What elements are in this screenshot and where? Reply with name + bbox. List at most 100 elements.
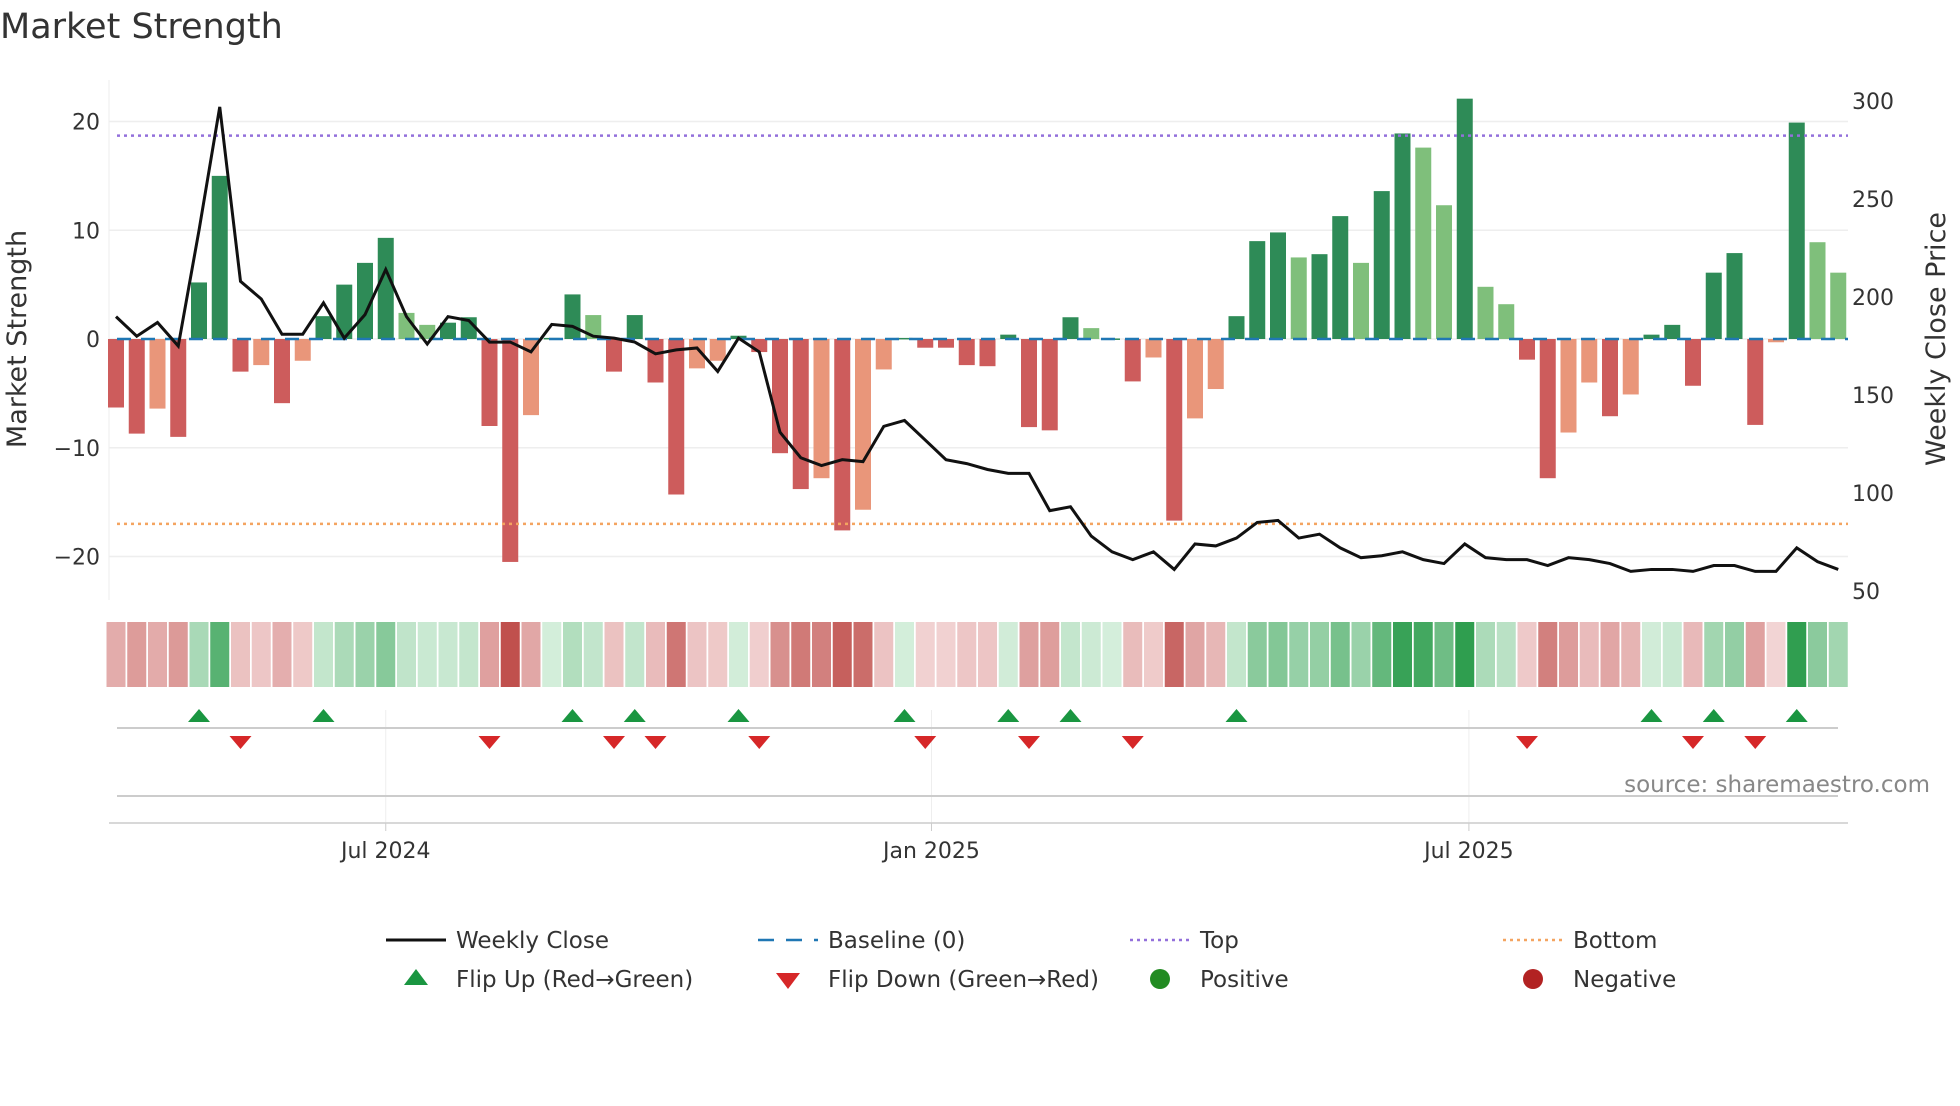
- strength-bar: [149, 339, 166, 409]
- flip-down-marker: [914, 736, 937, 749]
- heat-cell: [1621, 622, 1641, 687]
- flip-down-marker: [1682, 736, 1704, 749]
- strength-bar: [481, 339, 498, 426]
- heat-cell: [998, 622, 1018, 687]
- heat-cell: [1725, 622, 1744, 687]
- heat-cell: [127, 622, 147, 687]
- heat-cell: [1559, 622, 1578, 687]
- heat-cell: [1061, 622, 1080, 687]
- strength-bar: [1166, 339, 1183, 521]
- heat-cell: [1289, 622, 1309, 687]
- heat-cell: [936, 622, 956, 687]
- strength-bar: [1187, 339, 1203, 419]
- y-tick-label: −10: [54, 437, 100, 462]
- heat-cell: [1372, 622, 1392, 687]
- legend-flip-down-label: Flip Down (Green→Red): [828, 967, 1099, 993]
- strength-bar: [1353, 262, 1369, 339]
- strength-bar: [875, 339, 892, 370]
- strength-bar: [294, 339, 311, 361]
- heat-cell: [646, 622, 665, 687]
- strength-bar: [1436, 205, 1452, 339]
- flip-up-marker: [561, 709, 584, 722]
- strength-bar: [1498, 304, 1515, 339]
- y-tick-label: −20: [54, 546, 100, 571]
- heat-cell: [895, 622, 914, 687]
- flip-down-marker: [229, 736, 252, 749]
- heat-cell: [1642, 622, 1661, 687]
- heat-cell: [1185, 622, 1205, 687]
- strength-bar: [647, 339, 664, 383]
- heat-cell: [1040, 622, 1060, 687]
- legend-flip-down-icon: [776, 973, 800, 989]
- strength-bar: [170, 339, 187, 437]
- y2-axis-label: Weekly Close Price: [1921, 212, 1952, 466]
- strength-bar: [1539, 339, 1556, 479]
- y-tick-label: 20: [72, 111, 100, 136]
- strength-bar: [1685, 339, 1701, 386]
- strength-bar: [938, 339, 954, 348]
- heat-cell: [1123, 622, 1143, 687]
- strength-bar: [1788, 122, 1805, 340]
- heat-cell: [1808, 622, 1827, 687]
- strength-bar: [1622, 339, 1639, 395]
- strength-bar: [1062, 317, 1079, 339]
- y2-tick-label: 150: [1852, 384, 1894, 409]
- heat-cell: [293, 622, 313, 687]
- strength-bar: [1270, 232, 1286, 339]
- strength-bar: [1830, 272, 1847, 339]
- heat-cell: [1413, 622, 1433, 687]
- heat-cell: [542, 622, 562, 687]
- strength-bar: [772, 339, 788, 454]
- strength-bar: [606, 339, 622, 372]
- heat-cell: [1144, 622, 1163, 687]
- flip-down-marker: [478, 736, 501, 749]
- heat-cell: [106, 622, 126, 687]
- heat-cell: [1476, 622, 1495, 687]
- heat-cell: [314, 622, 333, 687]
- flip-down-marker: [603, 736, 625, 749]
- strength-bar: [668, 339, 685, 495]
- strength-bar: [1021, 339, 1037, 428]
- y2-tick-label: 50: [1852, 580, 1880, 605]
- heat-cell: [1517, 622, 1537, 687]
- strength-bar: [274, 339, 290, 404]
- flip-up-marker: [312, 709, 335, 722]
- strength-bar: [128, 339, 145, 434]
- legend-top-label: Top: [1199, 928, 1239, 954]
- heat-cell: [168, 622, 188, 687]
- y2-tick-label: 100: [1852, 482, 1894, 507]
- strength-bar: [1809, 242, 1826, 339]
- strength-bar: [502, 339, 519, 562]
- heat-cell: [1662, 622, 1682, 687]
- flip-up-marker: [1640, 709, 1663, 722]
- legend: Weekly Close Baseline (0) Top Bottom Flip Up…: [386, 928, 1676, 993]
- legend-negative-label: Negative: [1573, 967, 1676, 993]
- strength-bar: [792, 339, 809, 490]
- strength-bar: [1083, 328, 1100, 339]
- legend-baseline-label: Baseline (0): [828, 928, 965, 954]
- heat-cell: [251, 622, 271, 687]
- strength-bar: [1249, 241, 1266, 339]
- heat-cell: [957, 622, 977, 687]
- strength-bar: [1747, 339, 1764, 425]
- heat-cell: [770, 622, 790, 687]
- strength-bar: [1041, 339, 1058, 431]
- heat-cell: [874, 622, 894, 687]
- heat-cell: [1393, 622, 1412, 687]
- strength-bar: [1726, 253, 1743, 339]
- y2-tick-label: 250: [1852, 188, 1894, 213]
- heat-cell: [521, 622, 541, 687]
- heat-cell: [210, 622, 230, 687]
- heat-cell: [417, 622, 437, 687]
- heat-cell: [1745, 622, 1765, 687]
- heat-cell: [1434, 622, 1454, 687]
- strength-bar: [1560, 339, 1577, 433]
- heat-cell: [1828, 622, 1848, 687]
- heat-cell: [272, 622, 292, 687]
- strength-bar: [1228, 316, 1245, 339]
- strength-bar: [855, 339, 871, 510]
- heat-cell: [1683, 622, 1703, 687]
- heat-cell: [148, 622, 167, 687]
- heat-cell: [563, 622, 582, 687]
- flip-up-marker: [1702, 709, 1725, 722]
